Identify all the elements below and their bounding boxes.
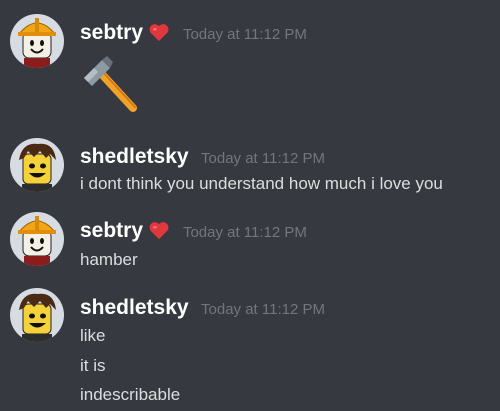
username[interactable]: shedletsky: [80, 296, 189, 319]
avatar[interactable]: [10, 288, 64, 342]
message-text: i dont think you understand how much i l…: [80, 174, 443, 193]
shedletsky-avatar-icon: [10, 288, 64, 342]
message-text: like: [80, 326, 106, 345]
username[interactable]: sebtry: [80, 219, 143, 242]
username[interactable]: shedletsky: [80, 145, 189, 168]
timestamp: Today at 11:12 PM: [182, 26, 307, 43]
message-text: it is: [80, 356, 106, 375]
hammer-emoji: [80, 56, 140, 119]
timestamp: Today at 11:12 PM: [201, 150, 325, 167]
timestamp: Today at 11:12 PM: [201, 301, 325, 318]
timestamp: Today at 11:12 PM: [182, 224, 307, 241]
hammer-icon: [84, 56, 137, 112]
avatar[interactable]: [10, 212, 64, 266]
heart-icon: [150, 222, 169, 240]
builder-avatar-icon: [10, 14, 64, 68]
builder-avatar-icon: [10, 212, 64, 266]
message-text: indescribable: [80, 385, 181, 404]
message-text: hamber: [80, 250, 138, 269]
username[interactable]: sebtry: [80, 21, 143, 44]
shedletsky-avatar-icon: [10, 138, 64, 192]
heart-icon: [150, 24, 169, 42]
avatar[interactable]: [10, 14, 64, 68]
avatar[interactable]: [10, 138, 64, 192]
